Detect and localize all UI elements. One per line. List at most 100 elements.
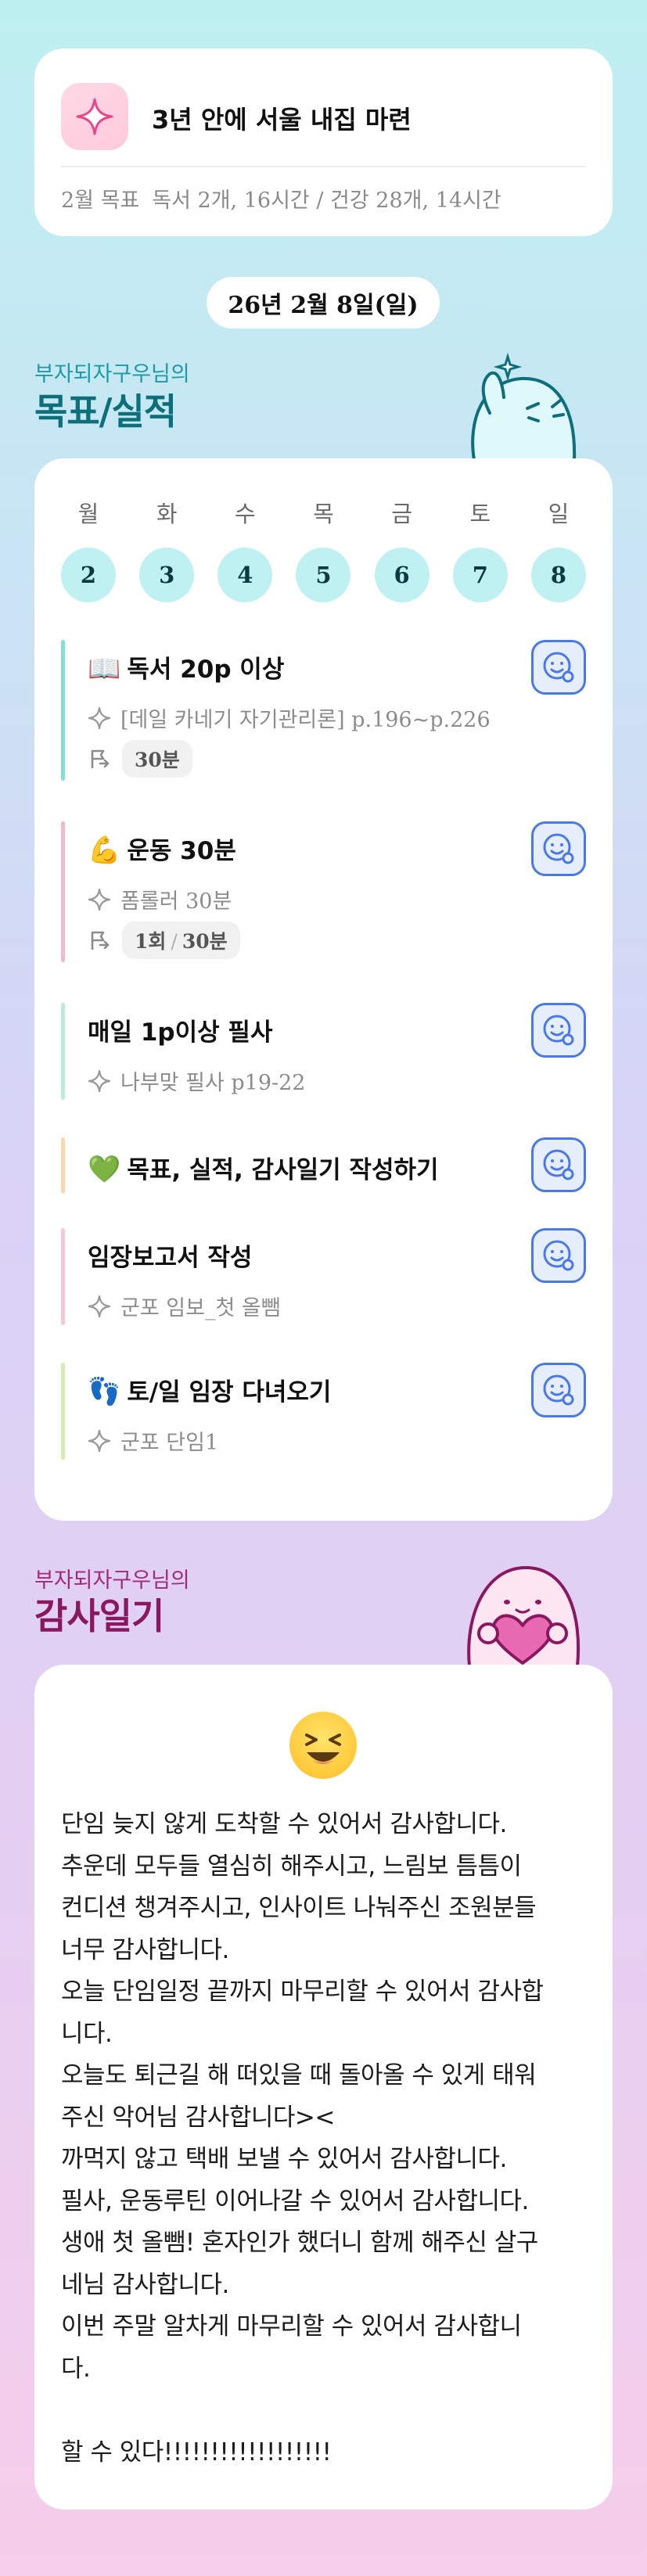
task-detail: 군포 임보_첫 올뺌 <box>88 1291 281 1321</box>
day-label: 일 <box>548 501 570 527</box>
time-text: 30분 <box>182 930 228 953</box>
task-bar <box>61 1003 65 1100</box>
task-detail-text: 나부맞 필사 p19-22 <box>120 1071 306 1095</box>
day-thu[interactable]: 목5 <box>296 498 351 602</box>
task-bar <box>61 821 65 962</box>
smiley-check-button[interactable] <box>531 1363 586 1417</box>
task-title: 💚 목표, 실적, 감사일기 작성하기 <box>88 1150 439 1185</box>
task-bar <box>61 1228 65 1325</box>
day-number: 7 <box>452 548 508 602</box>
muscle-icon: 💪 <box>88 835 121 866</box>
thanks-line: 필사, 운동루틴 이어나갈 수 있어서 감사합니다. <box>61 2186 529 2215</box>
task-title-text: 매일 1p이상 필사 <box>88 1019 273 1047</box>
flag-route-icon <box>91 931 110 950</box>
task-title-text: 목표, 실적, 감사일기 작성하기 <box>127 1156 439 1184</box>
thanks-line: 네님 감사합니다. <box>61 2270 229 2299</box>
task-bar <box>61 1137 65 1194</box>
task-meta: 30분 <box>88 740 192 778</box>
thanks-line: 생애 첫 올뺌! 혼자인가 했더니 함께 해주신 살구 <box>61 2229 538 2257</box>
task-item[interactable]: 💚 목표, 실적, 감사일기 작성하기 <box>61 1137 586 1194</box>
task-detail: 나부맞 필사 p19-22 <box>88 1065 306 1096</box>
thanks-line: 할 수 있다!!!!!!!!!!!!!!!!!! <box>61 2438 332 2466</box>
date-pill: 26년 2월 8일(일) <box>207 277 440 329</box>
smiley-check-button[interactable] <box>531 821 586 876</box>
week-row: 월2 화3 수4 목5 금6 토7 일8 <box>61 498 586 602</box>
smiley-check-button[interactable] <box>531 1003 586 1058</box>
goal-summary: 2월 목표 독서 2개, 16시간 / 건강 28개, 14시간 <box>61 183 501 214</box>
thanks-line-blank <box>61 2390 586 2432</box>
task-title-text: 임장보고서 작성 <box>88 1244 253 1272</box>
thanks-line: 오늘도 퇴근길 해 떠있을 때 돌아올 수 있게 태워 <box>61 2061 537 2089</box>
day-number: 4 <box>217 548 273 602</box>
day-number: 5 <box>296 548 351 602</box>
smiley-icon <box>543 833 574 864</box>
task-title: 📖 독서 20p 이상 <box>88 649 284 684</box>
day-number: 2 <box>61 548 116 602</box>
day-number: 6 <box>374 548 430 602</box>
task-title: 매일 1p이상 필사 <box>88 1012 272 1047</box>
thanks-line: 니다. <box>61 2019 113 2048</box>
time-chip: 30분 <box>122 740 192 778</box>
thanks-line: 단임 늦지 않게 도착할 수 있어서 감사합니다. <box>61 1810 507 1838</box>
task-item[interactable]: 📖 독서 20p 이상 [데일 카네기 자기관리론] p.196~p.226 30… <box>61 640 586 781</box>
thanks-line: 너무 감사합니다. <box>61 1935 229 1964</box>
day-number: 8 <box>530 548 586 602</box>
thanks-line: 오늘 단임일정 끝까지 마무리할 수 있어서 감사합 <box>61 1978 544 2006</box>
sparkle-icon <box>88 888 111 911</box>
thanks-card: 단임 늦지 않게 도착할 수 있어서 감사합니다. 추운데 모두들 열심히 해주… <box>34 1665 613 2510</box>
task-item[interactable]: 매일 1p이상 필사 나부맞 필사 p19-22 <box>61 1003 586 1100</box>
task-item[interactable]: 임장보고서 작성 군포 임보_첫 올뺌 <box>61 1228 586 1325</box>
day-wed[interactable]: 수4 <box>217 498 273 602</box>
sparkle-icon <box>88 1429 111 1452</box>
sparkle-icon <box>61 83 128 150</box>
smiley-check-button[interactable] <box>531 640 586 695</box>
day-sat[interactable]: 토7 <box>452 498 508 602</box>
smiley-icon <box>543 1240 574 1271</box>
day-label: 수 <box>234 501 256 527</box>
task-item[interactable]: 💪 운동 30분 폼롤러 30분 1회/30분 <box>61 821 586 962</box>
task-title: 임장보고서 작성 <box>88 1238 252 1273</box>
day-mon[interactable]: 월2 <box>61 498 116 602</box>
sparkle-icon <box>88 1069 111 1092</box>
task-detail-text: 폼롤러 30분 <box>120 889 232 914</box>
day-number: 3 <box>139 548 195 602</box>
day-tue[interactable]: 화3 <box>139 498 195 602</box>
goal-summary-text: 독서 2개, 16시간 / 건강 28개, 14시간 <box>152 189 501 213</box>
book-icon: 📖 <box>88 653 121 684</box>
task-detail-text: 군포 단임1 <box>120 1431 219 1455</box>
task-detail-text: [데일 카네기 자기관리론] p.196~p.226 <box>120 708 491 732</box>
thanks-line: 까먹지 않고 택배 보낼 수 있어서 감사합니다. <box>61 2145 507 2173</box>
count-time-chip: 1회/30분 <box>122 922 240 959</box>
goals-section-title: 목표/실적 <box>34 390 177 433</box>
flag-route-icon <box>91 749 110 768</box>
task-detail: 폼롤러 30분 <box>88 884 232 914</box>
smiley-check-button[interactable] <box>531 1228 586 1283</box>
task-item[interactable]: 👣 토/일 임장 다녀오기 군포 단임1 <box>61 1363 586 1460</box>
day-sun[interactable]: 일8 <box>530 498 586 602</box>
smiley-icon <box>543 1015 574 1046</box>
task-title-text: 운동 30분 <box>127 837 236 865</box>
thanks-line: 주신 악어님 감사합니다>< <box>61 2103 335 2132</box>
count-text: 1회 <box>135 930 167 953</box>
goal-card[interactable]: 3년 안에 서울 내집 마련 2월 목표 독서 2개, 16시간 / 건강 28개… <box>34 49 613 236</box>
day-fri[interactable]: 금6 <box>374 498 430 602</box>
thanks-section-title: 감사일기 <box>34 1595 164 1637</box>
thanks-line: 다. <box>61 2354 91 2383</box>
divider <box>61 166 586 167</box>
thanks-line: 추운데 모두들 열심히 해주시고, 느림보 틈틈이 <box>61 1852 522 1881</box>
laughing-face-icon <box>289 1712 357 1779</box>
task-title: 👣 토/일 임장 다녀오기 <box>88 1372 331 1407</box>
footprints-icon: 👣 <box>88 1376 121 1407</box>
sparkle-icon <box>88 706 111 729</box>
day-label: 금 <box>391 501 412 527</box>
task-meta: 1회/30분 <box>88 922 240 959</box>
smiley-check-button[interactable] <box>531 1137 586 1192</box>
day-label: 목 <box>313 501 334 527</box>
day-label: 화 <box>156 501 178 527</box>
day-label: 토 <box>469 501 491 527</box>
mascot-heart-icon <box>467 1565 581 1666</box>
thanks-line: 컨디션 챙겨주시고, 인사이트 나눠주신 조원분들 <box>61 1894 537 1922</box>
goal-month-label: 2월 목표 <box>61 189 140 213</box>
task-detail-text: 군포 임보_첫 올뺌 <box>120 1296 281 1320</box>
goal-title: 3년 안에 서울 내집 마련 <box>152 105 412 135</box>
